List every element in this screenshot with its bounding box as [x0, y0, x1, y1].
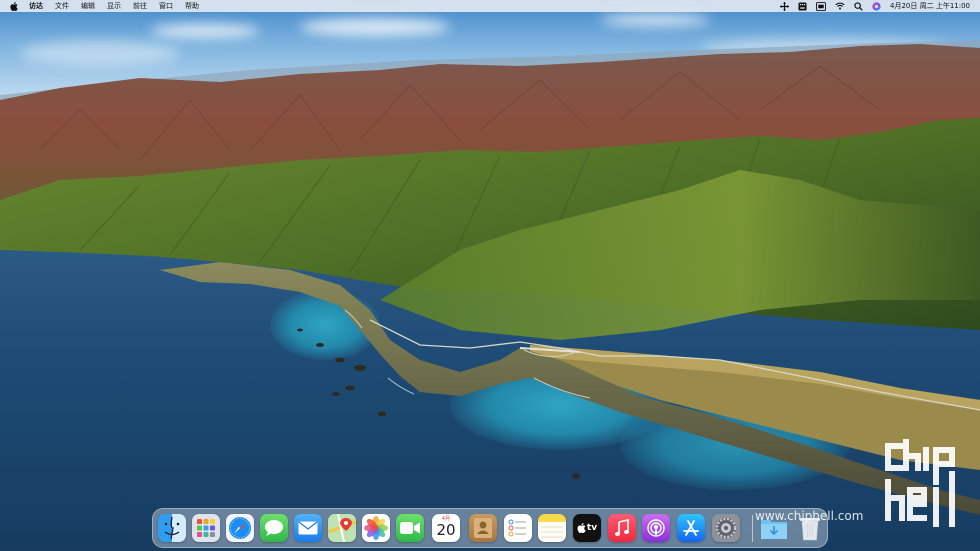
menu-go[interactable]: 前往 — [133, 0, 147, 12]
keyboard-icon[interactable] — [798, 1, 807, 11]
notes-icon[interactable] — [538, 514, 566, 542]
tv-label: tv — [586, 523, 598, 533]
launchpad-icon[interactable] — [192, 514, 220, 542]
safari-icon[interactable] — [226, 514, 254, 542]
menu-edit[interactable]: 编辑 — [81, 0, 95, 12]
coastline-mountains — [0, 40, 980, 515]
desktop-wallpaper — [0, 0, 980, 551]
menu-bar-left: 访达 文件 编辑 显示 前往 窗口 帮助 — [0, 0, 211, 12]
contacts-icon[interactable] — [469, 514, 497, 542]
apple-icon[interactable] — [10, 1, 18, 11]
messages-icon[interactable] — [260, 514, 288, 542]
calendar-icon[interactable]: 4月 20 — [432, 514, 460, 542]
menu-help[interactable]: 帮助 — [185, 0, 199, 12]
system-preferences-icon[interactable] — [712, 514, 740, 542]
finder-icon[interactable] — [158, 514, 186, 542]
dock: 4月 20 tv — [152, 508, 828, 548]
chiphell-logo — [880, 438, 970, 532]
menu-window[interactable]: 窗口 — [159, 0, 173, 12]
music-icon[interactable] — [608, 514, 636, 542]
maps-icon[interactable] — [328, 514, 356, 542]
menu-file[interactable]: 文件 — [55, 0, 69, 12]
photos-icon[interactable] — [362, 514, 390, 542]
dock-separator — [752, 515, 753, 542]
tv-icon[interactable]: tv — [573, 514, 601, 542]
facetime-icon[interactable] — [396, 514, 424, 542]
menu-bar-right: 4月20日 周二 上午11:00 — [771, 0, 980, 12]
podcasts-icon[interactable] — [642, 514, 670, 542]
app-store-icon[interactable] — [677, 514, 705, 542]
menu-view[interactable]: 显示 — [107, 0, 121, 12]
menu-bar-clock[interactable]: 4月20日 周二 上午11:00 — [890, 0, 970, 12]
reminders-icon[interactable] — [504, 514, 532, 542]
wifi-icon[interactable] — [835, 2, 845, 11]
move-icon[interactable] — [780, 1, 790, 11]
input-method-icon[interactable] — [816, 1, 826, 11]
search-icon[interactable] — [854, 1, 863, 11]
siri-icon[interactable] — [872, 1, 881, 11]
watermark-url: www.chiphell.com — [755, 509, 864, 523]
menu-bar: 访达 文件 编辑 显示 前往 窗口 帮助 4月20日 周二 上午11:00 — [0, 0, 980, 12]
calendar-day: 20 — [436, 521, 456, 539]
menu-app-name[interactable]: 访达 — [29, 0, 43, 12]
mail-icon[interactable] — [294, 514, 322, 542]
